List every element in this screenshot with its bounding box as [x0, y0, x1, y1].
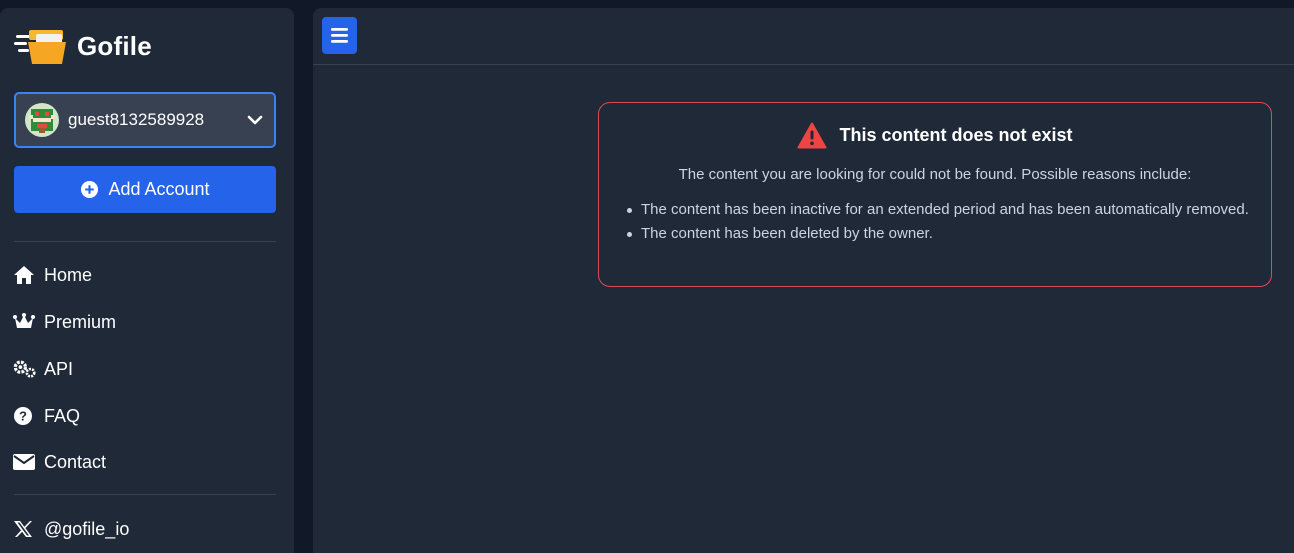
folder-speed-logo — [14, 30, 66, 64]
x-logo-icon — [13, 519, 37, 539]
sidebar-item-label: API — [44, 358, 74, 379]
sidebar-item-label: @gofile_io — [44, 518, 130, 539]
home-icon — [13, 265, 37, 285]
warning-triangle-icon — [797, 122, 827, 149]
plus-circle-icon — [81, 180, 99, 199]
sidebar-item-faq[interactable]: ? FAQ — [13, 402, 80, 430]
sidebar-item-premium[interactable]: Premium — [13, 308, 116, 336]
question-circle-icon: ? — [13, 406, 37, 426]
sidebar-divider — [14, 494, 276, 495]
avatar — [25, 103, 59, 137]
sidebar-item-home[interactable]: Home — [13, 261, 92, 289]
brand[interactable]: Gofile — [14, 26, 152, 66]
sidebar-item-label: Home — [44, 264, 93, 285]
add-account-label: Add Account — [108, 179, 210, 199]
alert-title: This content does not exist — [839, 125, 1073, 145]
crown-icon — [13, 312, 37, 332]
sidebar-divider — [14, 241, 276, 242]
sidebar-item-contact[interactable]: Contact — [13, 448, 106, 476]
content-not-found-alert: This content does not exist The content … — [598, 102, 1272, 287]
alert-header: This content does not exist — [599, 122, 1271, 149]
reasons-list: The content has been inactive for an ext… — [623, 198, 1253, 246]
gears-icon — [13, 359, 37, 379]
add-account-button[interactable]: Add Account — [14, 166, 276, 213]
brand-name: Gofile — [77, 30, 152, 61]
sidebar-item-api[interactable]: API — [13, 355, 73, 383]
sidebar-item-label: Premium — [44, 311, 117, 332]
svg-text:?: ? — [19, 409, 27, 424]
list-item: The content has been inactive for an ext… — [623, 198, 1253, 222]
menu-toggle-button[interactable] — [322, 17, 357, 54]
account-select[interactable]: guest8132589928 — [14, 92, 276, 148]
chevron-down-icon — [247, 115, 263, 125]
main-panel: This content does not exist The content … — [313, 8, 1294, 553]
sidebar-item-label: FAQ — [44, 405, 81, 426]
sidebar: Gofile guest8132589928 Add Account Home … — [0, 8, 294, 553]
account-username: guest8132589928 — [68, 110, 205, 129]
sidebar-item-social[interactable]: @gofile_io — [13, 515, 129, 543]
topbar — [313, 8, 1294, 65]
hamburger-menu-icon — [331, 28, 348, 43]
alert-description: The content you are looking for could no… — [678, 166, 1192, 183]
list-item: The content has been deleted by the owne… — [623, 222, 1253, 246]
sidebar-item-label: Contact — [44, 451, 107, 472]
envelope-icon — [13, 452, 37, 472]
